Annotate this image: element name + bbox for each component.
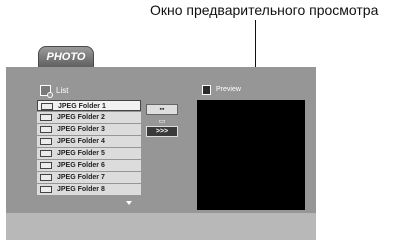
- list-icon: [40, 85, 53, 98]
- folder-icon: [40, 138, 52, 145]
- list-item-folder-1[interactable]: JPEG Folder 1: [37, 100, 141, 111]
- preview-window: [197, 100, 305, 210]
- control-button-2[interactable]: ▭: [146, 117, 178, 126]
- folder-icon: [40, 162, 52, 169]
- folder-list: JPEG Folder 1 JPEG Folder 2 JPEG Folder …: [37, 100, 141, 196]
- folder-label: JPEG Folder 5: [57, 150, 105, 157]
- photo-menu-panel: List JPEG Folder 1 JPEG Folder 2 JPEG Fo…: [6, 67, 316, 240]
- preview-icon: [202, 85, 211, 95]
- folder-label: JPEG Folder 4: [57, 138, 105, 145]
- folder-icon: [40, 126, 52, 133]
- preview-title: Preview: [216, 86, 241, 93]
- folder-icon: [40, 186, 52, 193]
- list-item-folder-3[interactable]: JPEG Folder 3: [37, 124, 141, 135]
- list-item-folder-5[interactable]: JPEG Folder 5: [37, 148, 141, 159]
- folder-icon: [40, 150, 52, 157]
- list-item-folder-4[interactable]: JPEG Folder 4: [37, 136, 141, 147]
- list-title: List: [56, 86, 69, 95]
- scroll-down-icon[interactable]: [126, 201, 132, 205]
- next-page-button[interactable]: >>>: [146, 126, 178, 137]
- folder-icon: [40, 114, 52, 121]
- list-item-folder-8[interactable]: JPEG Folder 8: [37, 184, 141, 195]
- panel-footer: [6, 213, 316, 240]
- folder-label: JPEG Folder 6: [57, 162, 105, 169]
- list-item-folder-6[interactable]: JPEG Folder 6: [37, 160, 141, 171]
- control-button-1[interactable]: ▪▪: [146, 104, 178, 115]
- folder-label: JPEG Folder 3: [57, 126, 105, 133]
- folder-label: JPEG Folder 1: [58, 103, 106, 110]
- folder-label: JPEG Folder 8: [57, 186, 105, 193]
- list-item-folder-7[interactable]: JPEG Folder 7: [37, 172, 141, 183]
- list-item-folder-2[interactable]: JPEG Folder 2: [37, 112, 141, 123]
- tab-photo[interactable]: PHOTO: [38, 46, 94, 67]
- folder-icon: [41, 103, 53, 110]
- preview-window-annotation: Окно предварительного просмотра: [150, 2, 379, 18]
- folder-icon: [40, 174, 52, 181]
- folder-label: JPEG Folder 7: [57, 174, 105, 181]
- folder-label: JPEG Folder 2: [57, 114, 105, 121]
